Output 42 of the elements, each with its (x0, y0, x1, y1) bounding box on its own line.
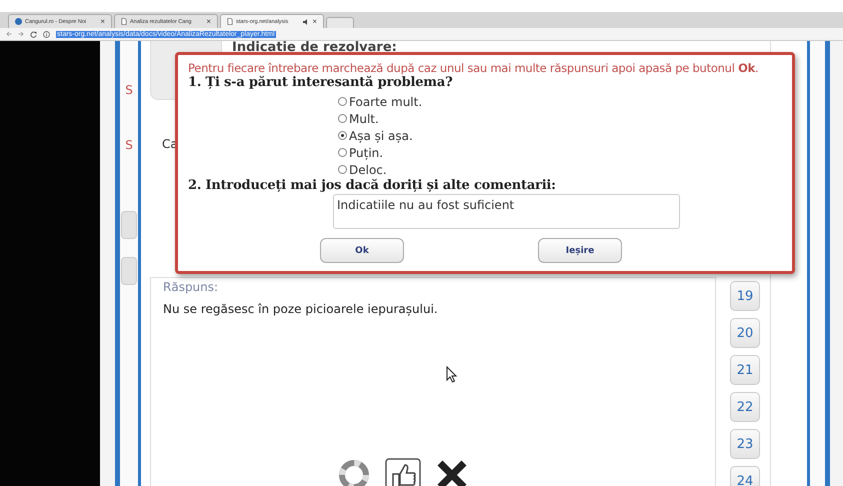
info-icon[interactable] (43, 30, 50, 38)
answer-text: Nu se regăsesc în poze picioarele iepurașului. (163, 302, 439, 316)
radio-option[interactable]: Mult. (338, 110, 379, 127)
radio-button[interactable] (338, 97, 347, 106)
reload-icon[interactable] (30, 30, 37, 38)
page-icon (121, 18, 127, 25)
radio-option[interactable]: Foarte mult. (338, 93, 422, 110)
radio-button[interactable] (338, 148, 347, 157)
question-number-button[interactable]: 19 (730, 281, 760, 311)
question-text: 2. Introduceți mai jos dacă doriți și alte comentarii: (188, 178, 557, 193)
radio-option[interactable]: Deloc. (338, 161, 387, 178)
comment-field[interactable]: Indicatiile nu au fost suficient (333, 194, 680, 229)
question-number-button[interactable]: 24 (730, 466, 760, 486)
dialog-button[interactable]: Ok (320, 238, 404, 263)
side-label: S (125, 138, 133, 154)
dialog-button[interactable]: Ieșire (538, 238, 622, 263)
close-icon[interactable]: × (312, 17, 317, 26)
radio-button[interactable] (338, 114, 347, 123)
instruction-text: Pentru fiecare întrebare marchează după caz unul sau mai multe răspunsuri apoi apasă pe butonul Ok. (188, 61, 760, 75)
radio-button[interactable] (338, 165, 347, 174)
radio-option[interactable]: Puțin. (338, 144, 384, 161)
radio-button[interactable] (338, 131, 347, 140)
question-number-button[interactable]: 22 (730, 392, 760, 422)
back-icon[interactable] (6, 31, 12, 37)
answer-label: Răspuns: (163, 280, 220, 294)
thumbs-up-icon[interactable] (385, 458, 421, 486)
close-icon[interactable]: × (100, 17, 105, 26)
forward-icon[interactable] (18, 31, 24, 37)
side-label: S (125, 83, 133, 99)
close-icon[interactable]: × (206, 17, 211, 26)
close-icon[interactable] (435, 458, 469, 486)
lifebuoy-icon[interactable] (337, 458, 371, 486)
question-number-button[interactable]: 20 (730, 318, 760, 348)
question-text: 1. Ți s-a părut interesantă problema? (188, 75, 454, 90)
new-tab-button[interactable] (326, 17, 354, 28)
question-number-button[interactable]: 21 (730, 355, 760, 385)
cursor-icon (446, 366, 458, 383)
radio-option[interactable]: Așa și așa. (338, 127, 413, 144)
question-number-button[interactable]: 23 (730, 429, 760, 459)
speaker-icon (303, 18, 310, 24)
hint-title: Indicatie de rezolvare: (232, 41, 397, 54)
page-icon (227, 18, 233, 25)
